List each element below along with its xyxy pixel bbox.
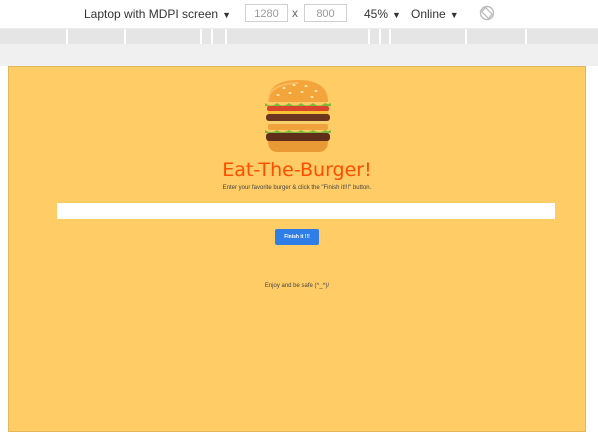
devtools-toolbar: Laptop with MDPI screen ▼ 1280 x 800 45% ▼…	[0, 0, 598, 28]
burger-icon	[265, 80, 331, 152]
height-field[interactable]: 800	[304, 4, 347, 22]
caret-down-icon: ▼	[222, 10, 231, 20]
finish-it-button[interactable]: Finish it !!!	[275, 229, 319, 245]
network-selector[interactable]: Online ▼	[411, 7, 459, 21]
burger-name-input[interactable]	[57, 203, 555, 219]
dimension-separator: x	[292, 6, 298, 20]
emulated-viewport: Eat-The-Burger! Enter your favorite burg…	[8, 66, 586, 432]
zoom-label: 45%	[364, 7, 389, 21]
footer-message: Enjoy and be safe (^_^)/	[264, 283, 330, 289]
device-selector[interactable]: Laptop with MDPI screen ▼	[84, 7, 231, 21]
width-field[interactable]: 1280	[245, 4, 288, 22]
caret-down-icon: ▼	[449, 10, 459, 20]
media-query-ruler	[0, 28, 598, 45]
viewport-margin	[0, 44, 598, 66]
rotate-icon[interactable]	[479, 5, 495, 21]
page-subtitle: Enter your favorite burger & click the "…	[222, 185, 372, 191]
zoom-selector[interactable]: 45% ▼	[364, 7, 401, 21]
page-title: Eat-The-Burger!	[222, 159, 372, 181]
device-label: Laptop with MDPI screen	[84, 7, 219, 21]
network-label: Online	[411, 7, 446, 21]
caret-down-icon: ▼	[392, 10, 401, 20]
